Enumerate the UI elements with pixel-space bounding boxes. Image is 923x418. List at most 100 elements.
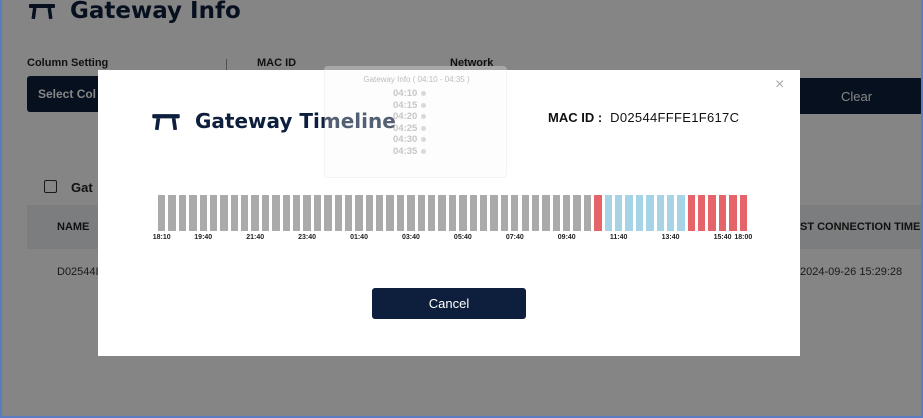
- timeline-tick-label: 18:10: [152, 234, 171, 241]
- status-dot-icon: [421, 91, 427, 97]
- timeline-tick-label: 05:40: [453, 234, 472, 241]
- timeline-segment[interactable]: [448, 195, 457, 231]
- timeline-segment[interactable]: [521, 195, 529, 231]
- timeline-tick-label: 11:40: [609, 234, 628, 241]
- timeline-tick-label: 19:40: [194, 234, 213, 241]
- timeline-segment[interactable]: [303, 195, 311, 231]
- tooltip-time-label: 04:35: [393, 145, 418, 157]
- timeline-tick-labels: 18:10 19:40 21:40 23:40 01:40 03:40 05:40 07:40…: [98, 234, 800, 246]
- timeline-segment[interactable]: [199, 195, 207, 231]
- timeline-segment[interactable]: [386, 195, 394, 231]
- tooltip-time-item: 04:30: [393, 134, 427, 146]
- timeline-segment[interactable]: [511, 195, 519, 231]
- timeline-tick-label: 07:40: [505, 234, 524, 241]
- tooltip-time-label: 04:10: [393, 88, 418, 100]
- mac-id-value: D02544FFFE1F617C: [610, 110, 740, 125]
- timeline-tick-label: 21:40: [246, 234, 265, 241]
- timeline-segment[interactable]: [718, 195, 727, 231]
- timeline-segment[interactable]: [739, 195, 747, 231]
- timeline-segment[interactable]: [396, 195, 405, 231]
- timeline-segment[interactable]: [376, 195, 384, 231]
- timeline-tick-label: 15:40: [713, 234, 732, 241]
- timeline-segment[interactable]: [272, 195, 280, 231]
- status-dot-icon: [421, 125, 427, 131]
- status-dot-icon: [421, 102, 427, 108]
- timeline-segment[interactable]: [355, 195, 363, 231]
- timeline-segment[interactable]: [698, 195, 706, 231]
- timeline-segment[interactable]: [604, 195, 612, 231]
- timeline-segment[interactable]: [334, 195, 342, 231]
- timeline-segment[interactable]: [656, 195, 664, 231]
- tooltip-time-item: 04:20: [393, 111, 427, 123]
- timeline-tick-label: 03:40: [402, 234, 420, 241]
- gateway-icon: [152, 113, 180, 130]
- timeline-segment[interactable]: [542, 195, 550, 231]
- timeline-segment[interactable]: [625, 195, 633, 231]
- status-dot-icon: [421, 137, 427, 143]
- timeline-segment[interactable]: [729, 195, 737, 231]
- timeline-segment[interactable]: [189, 195, 197, 231]
- status-dot-icon: [421, 114, 427, 120]
- tooltip-time-label: 04:15: [393, 99, 418, 111]
- timeline-segment[interactable]: [708, 195, 716, 231]
- timeline-segment[interactable]: [293, 195, 301, 231]
- timeline-segment[interactable]: [158, 195, 166, 231]
- timeline-segment[interactable]: [531, 195, 540, 231]
- timeline-segment[interactable]: [438, 195, 446, 231]
- timeline-tick-label: 18:00: [734, 234, 753, 241]
- timeline-segment[interactable]: [666, 195, 675, 231]
- tooltip-time-item: 04:25: [393, 122, 427, 135]
- timeline-segment[interactable]: [687, 195, 696, 231]
- timeline-segment[interactable]: [344, 195, 353, 231]
- tooltip-time-item: 04:35: [393, 145, 427, 158]
- timeline-segment[interactable]: [594, 195, 602, 231]
- timeline-segment[interactable]: [552, 195, 561, 231]
- tooltip-time-label: 04:20: [393, 111, 418, 123]
- timeline-segment[interactable]: [365, 195, 374, 231]
- timeline-segment[interactable]: [428, 195, 436, 231]
- timeline-tick-label: 13:40: [661, 234, 680, 241]
- gateway-info-tooltip: Gateway Info ( 04:10 - 04:35 ) 04:10 04:1…: [324, 66, 507, 178]
- timeline-segment[interactable]: [178, 195, 187, 231]
- timeline-segment[interactable]: [490, 195, 498, 231]
- timeline-segment[interactable]: [220, 195, 228, 231]
- timeline-segment[interactable]: [614, 195, 623, 231]
- timeline-segment[interactable]: [261, 195, 270, 231]
- tooltip-time-label: 04:25: [393, 122, 418, 134]
- timeline-segment[interactable]: [469, 195, 477, 231]
- timeline-tick-label: 01:40: [350, 234, 368, 241]
- timeline-segment[interactable]: [500, 195, 509, 231]
- timeline-segment[interactable]: [209, 195, 218, 231]
- gateway-timeline-modal: × Gateway Timeline MAC ID : D02544FFFE1F…: [98, 66, 800, 356]
- timeline-segment[interactable]: [677, 195, 685, 231]
- timeline-segment[interactable]: [635, 195, 644, 231]
- timeline-segment[interactable]: [324, 195, 332, 231]
- timeline-segment[interactable]: [583, 195, 592, 231]
- timeline-segment[interactable]: [313, 195, 322, 231]
- timeline-tick-label: 23:40: [298, 234, 317, 241]
- tooltip-time-item: 04:15: [393, 99, 427, 112]
- timeline-segment[interactable]: [563, 195, 571, 231]
- mac-id-display: MAC ID : D02544FFFE1F617C: [548, 110, 739, 125]
- tooltip-time-item: 04:10: [393, 88, 427, 100]
- timeline-bar: [158, 195, 747, 231]
- timeline-segment[interactable]: [479, 195, 488, 231]
- tooltip-title: Gateway Info ( 04:10 - 04:35 ): [363, 75, 470, 84]
- timeline-segment[interactable]: [459, 195, 467, 231]
- timeline-segment[interactable]: [230, 195, 239, 231]
- tooltip-time-label: 04:30: [393, 134, 418, 146]
- cancel-button[interactable]: Cancel: [372, 288, 526, 319]
- timeline-segment[interactable]: [282, 195, 290, 231]
- mac-id-label: MAC ID :: [548, 110, 603, 125]
- timeline-tick-label: 09:40: [557, 234, 576, 241]
- timeline-segment[interactable]: [417, 195, 426, 231]
- tooltip-time-list: 04:10 04:15 04:20 04:25 04:30 04:35: [393, 88, 427, 158]
- timeline-segment[interactable]: [241, 195, 249, 231]
- close-icon[interactable]: ×: [775, 77, 784, 93]
- timeline-segment[interactable]: [646, 195, 654, 231]
- timeline-segment[interactable]: [573, 195, 581, 231]
- status-dot-icon: [421, 148, 427, 154]
- timeline-segment[interactable]: [251, 195, 259, 231]
- timeline-segment[interactable]: [407, 195, 415, 231]
- timeline-segment[interactable]: [168, 195, 176, 231]
